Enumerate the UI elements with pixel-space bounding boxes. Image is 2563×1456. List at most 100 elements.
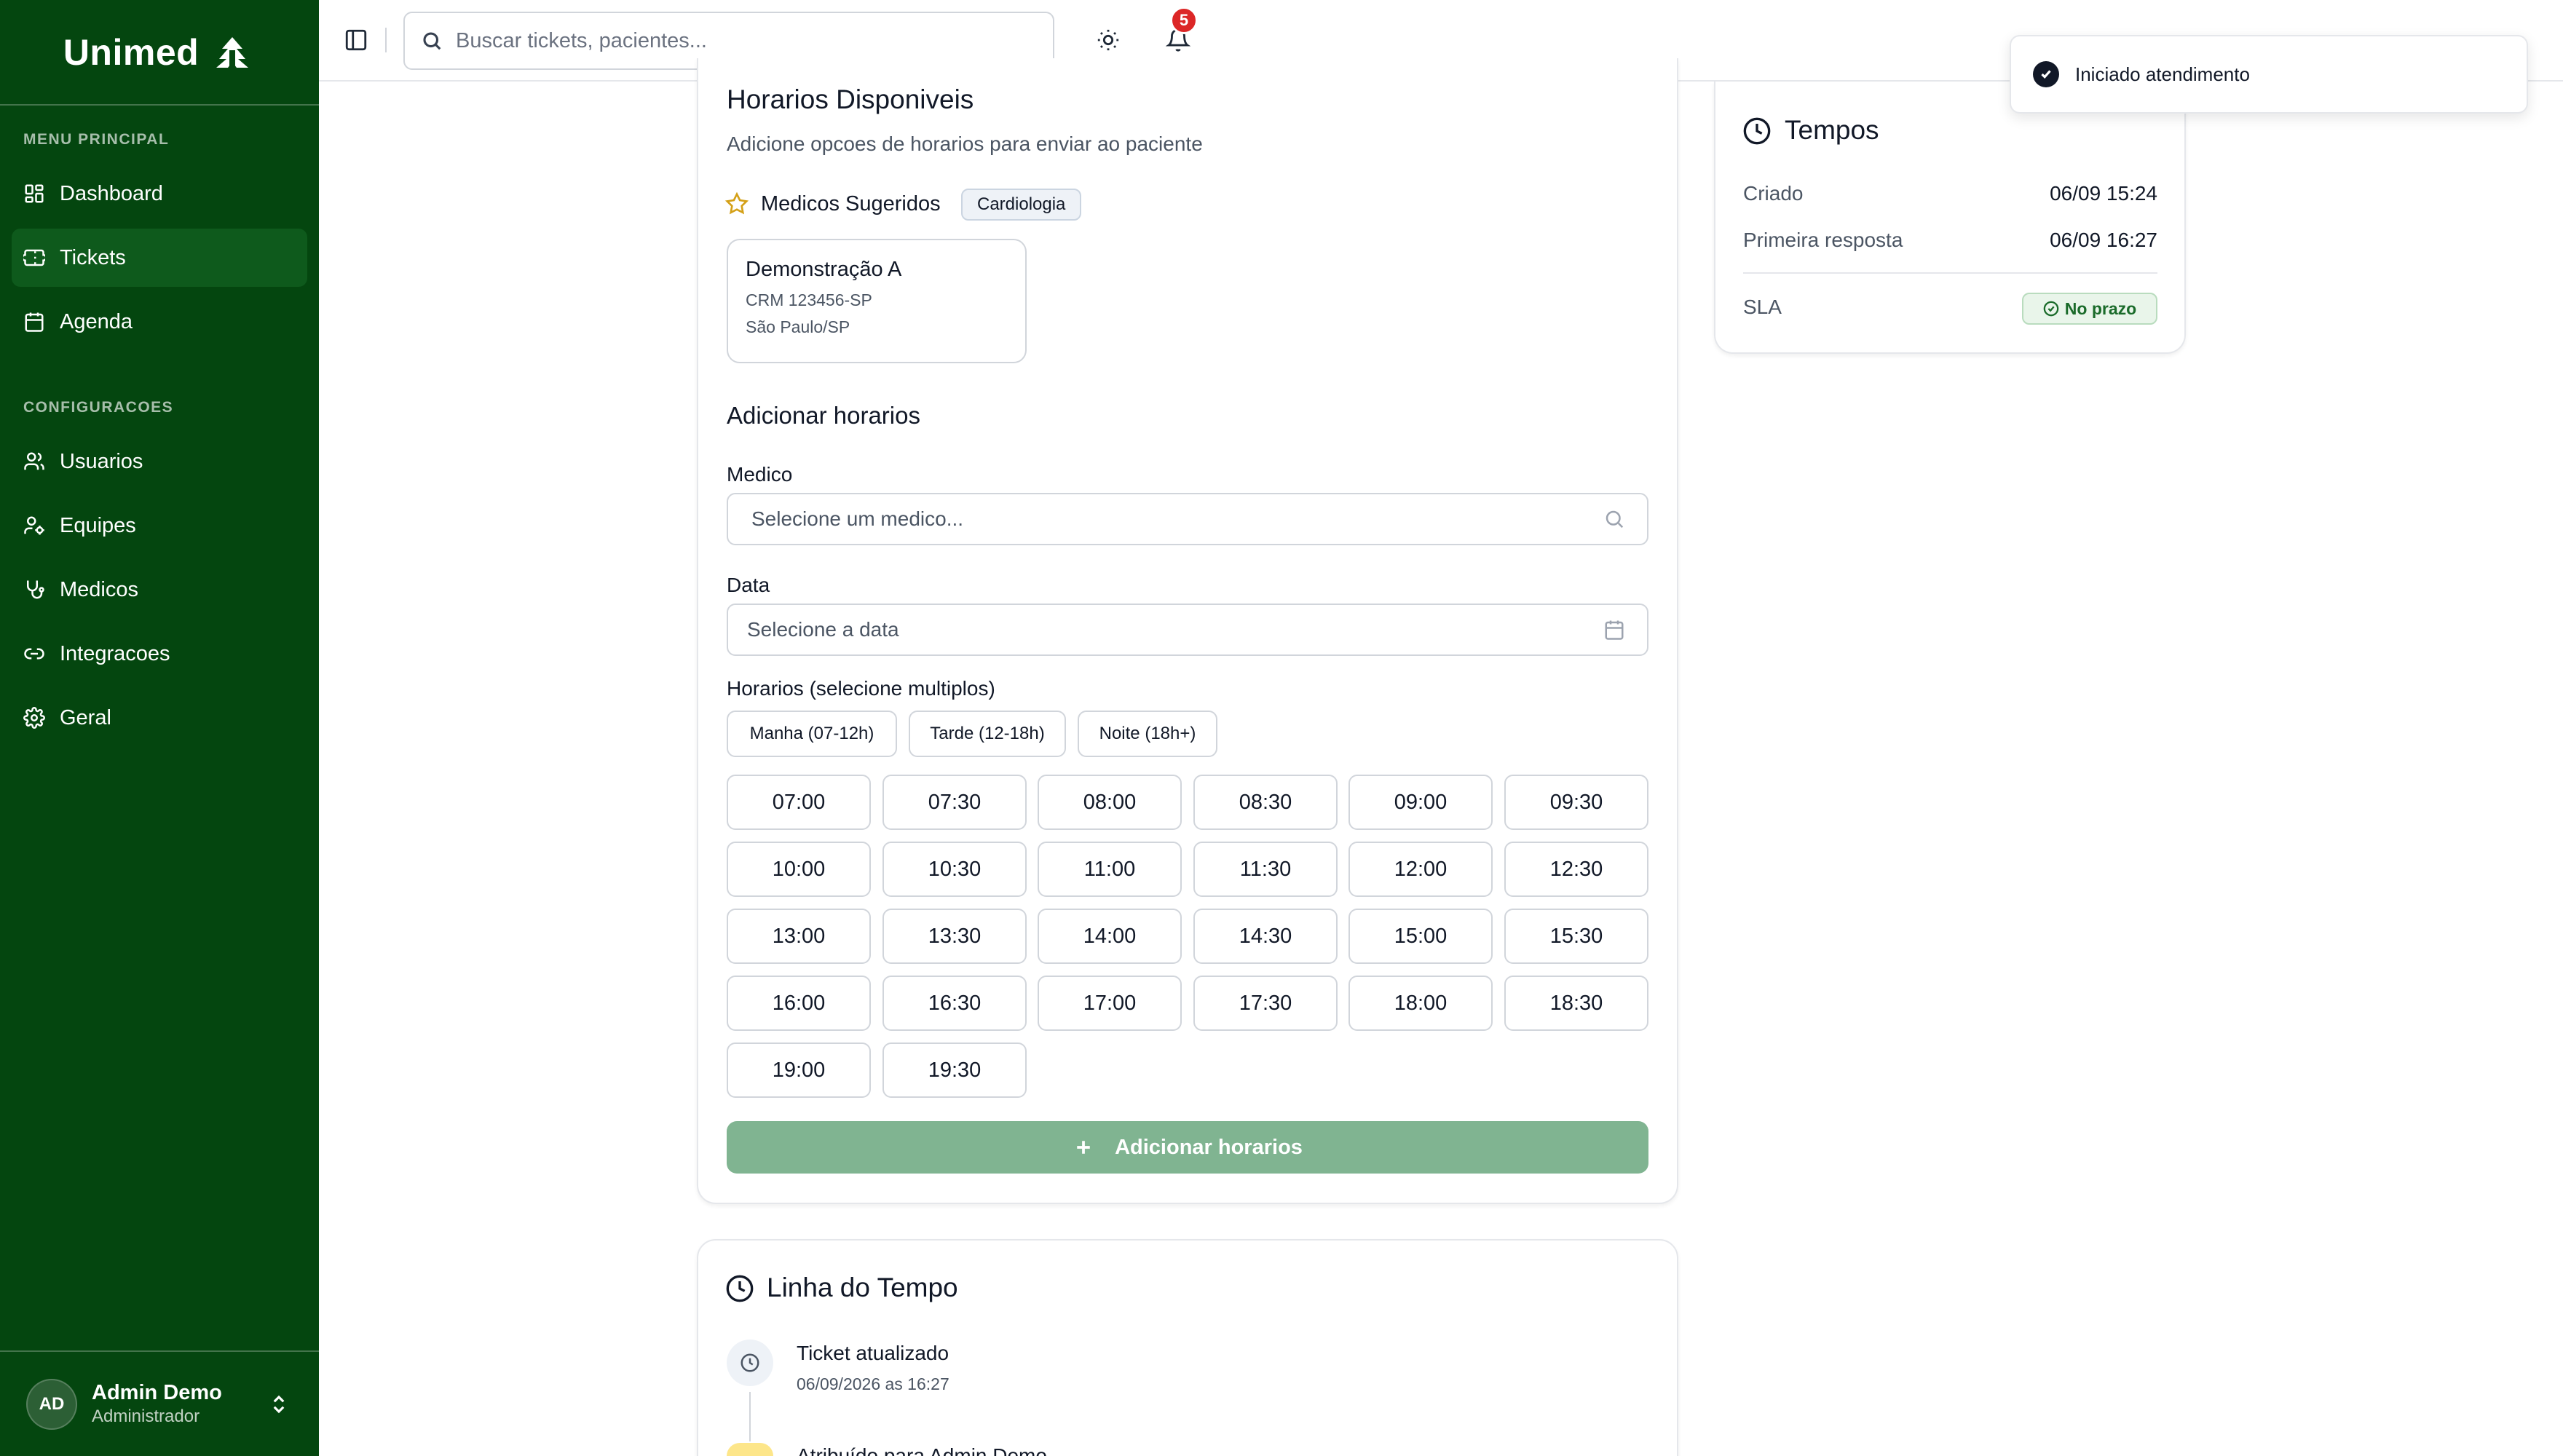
theme-toggle-icon[interactable] — [1096, 28, 1121, 52]
sidebar-item-label: Tickets — [60, 245, 126, 269]
time-slot-button[interactable]: 14:00 — [1038, 909, 1182, 964]
sidebar-item-geral[interactable]: Geral — [12, 689, 307, 747]
sidebar-item-integracoes[interactable]: Integracoes — [12, 625, 307, 683]
time-slot-button[interactable]: 14:30 — [1193, 909, 1338, 964]
check-circle-icon — [2043, 301, 2059, 317]
chevrons-up-down-icon — [268, 1393, 290, 1415]
gear-icon — [23, 707, 45, 729]
time-slot-button[interactable]: 16:30 — [882, 976, 1027, 1031]
date-placeholder: Selecione a data — [747, 618, 899, 641]
time-slot-button[interactable]: 12:00 — [1348, 842, 1493, 897]
user-name: Admin Demo — [92, 1381, 222, 1404]
sla-label: SLA — [1743, 296, 1782, 318]
toast-message: Iniciado atendimento — [2075, 63, 2250, 85]
user-menu[interactable]: AD Admin Demo Administrador — [0, 1350, 319, 1456]
time-slot-button[interactable]: 17:30 — [1193, 976, 1338, 1031]
slots-label: Horarios (selecione multiplos) — [727, 677, 995, 700]
time-slot-button[interactable]: 11:00 — [1038, 842, 1182, 897]
user-role: Administrador — [92, 1406, 200, 1426]
unimed-logo-icon — [216, 36, 249, 68]
check-circle-icon — [2033, 61, 2059, 87]
time-slot-button[interactable]: 10:30 — [882, 842, 1027, 897]
time-slot-button[interactable]: 19:00 — [727, 1042, 871, 1098]
timeline-event-title: Atribuído para Admin Demo — [797, 1446, 1047, 1456]
horarios-subtitle: Adicione opcoes de horarios para enviar … — [727, 132, 1203, 155]
team-icon — [23, 515, 45, 537]
calendar-icon — [1605, 620, 1624, 640]
sidebar-item-label: Geral — [60, 705, 111, 729]
time-slot-button[interactable]: 07:00 — [727, 775, 871, 830]
nav-section-main: MENU PRINCIPAL — [23, 131, 170, 148]
notification-badge: 5 — [1170, 7, 1198, 34]
period-morning-button[interactable]: Manha (07-12h) — [727, 711, 897, 757]
calendar-icon — [23, 311, 45, 333]
time-slot-button[interactable]: 10:00 — [727, 842, 871, 897]
suggested-doctors-label: Medicos Sugeridos — [761, 192, 941, 215]
brand-logo[interactable]: Unimed — [0, 0, 319, 106]
time-slot-button[interactable]: 18:00 — [1348, 976, 1493, 1031]
data-label: Data — [727, 574, 770, 596]
dashboard-icon — [23, 183, 45, 205]
sidebar-item-tickets[interactable]: Tickets — [12, 229, 307, 287]
timeline-event-icon — [727, 1443, 773, 1456]
date-picker[interactable]: Selecione a data — [727, 604, 1648, 656]
time-slot-button[interactable]: 12:30 — [1504, 842, 1648, 897]
time-slot-button[interactable]: 17:00 — [1038, 976, 1182, 1031]
sidebar-item-label: Medicos — [60, 577, 138, 601]
time-slot-button[interactable]: 19:30 — [882, 1042, 1027, 1098]
time-slot-button[interactable]: 18:30 — [1504, 976, 1648, 1031]
time-slot-button[interactable]: 08:30 — [1193, 775, 1338, 830]
timeline-connector — [749, 1392, 751, 1441]
period-afternoon-button[interactable]: Tarde (12-18h) — [909, 711, 1066, 757]
add-slots-button-label: Adicionar horarios — [1115, 1135, 1303, 1159]
brand-name: Unimed — [63, 31, 200, 73]
sidebar-item-label: Usuarios — [60, 449, 143, 473]
tempos-divider — [1743, 272, 2157, 274]
criado-label: Criado — [1743, 182, 1804, 205]
time-slot-button[interactable]: 08:00 — [1038, 775, 1182, 830]
sidebar-item-usuarios[interactable]: Usuarios — [12, 432, 307, 491]
tempos-title: Tempos — [1785, 115, 1879, 145]
timeline-event-title: Ticket atualizado — [797, 1342, 949, 1364]
criado-value: 06/09 15:24 — [2050, 182, 2157, 205]
add-slots-section-title: Adicionar horarios — [727, 402, 920, 429]
time-slot-button[interactable]: 13:00 — [727, 909, 871, 964]
time-slot-button[interactable]: 13:30 — [882, 909, 1027, 964]
sidebar-item-equipes[interactable]: Equipes — [12, 496, 307, 555]
search-icon — [423, 32, 441, 50]
search-input[interactable] — [456, 28, 1024, 53]
ticket-icon — [21, 247, 47, 269]
time-slot-button[interactable]: 16:00 — [727, 976, 871, 1031]
time-slot-button[interactable]: 11:30 — [1193, 842, 1338, 897]
medico-placeholder: Selecione um medico... — [751, 507, 964, 530]
time-slot-button[interactable]: 15:00 — [1348, 909, 1493, 964]
plus-icon — [1077, 1141, 1090, 1154]
user-info: Admin Demo Administrador — [92, 1381, 253, 1427]
period-night-button[interactable]: Noite (18h+) — [1078, 711, 1217, 757]
topbar-divider — [385, 28, 387, 52]
sla-status-text: No prazo — [2064, 298, 2137, 318]
timeline-title: Linha do Tempo — [767, 1273, 958, 1302]
add-slots-button[interactable]: Adicionar horarios — [727, 1121, 1648, 1174]
sidebar-toggle-icon[interactable] — [344, 28, 368, 52]
sidebar: Unimed MENU PRINCIPAL Dashboard Tickets … — [0, 0, 319, 1456]
time-slot-button[interactable]: 09:30 — [1504, 775, 1648, 830]
medico-select[interactable]: Selecione um medico... — [727, 493, 1648, 545]
time-slot-button[interactable]: 15:30 — [1504, 909, 1648, 964]
doctor-crm: CRM 123456-SP — [746, 290, 872, 309]
sidebar-item-label: Equipes — [60, 513, 136, 537]
sidebar-item-dashboard[interactable]: Dashboard — [12, 165, 307, 223]
sidebar-item-label: Integracoes — [60, 641, 170, 665]
clock-icon — [1743, 117, 1771, 145]
time-slot-button[interactable]: 09:00 — [1348, 775, 1493, 830]
clock-icon — [741, 1353, 759, 1372]
doctor-name: Demonstração A — [746, 258, 902, 281]
time-slot-button[interactable]: 07:30 — [882, 775, 1027, 830]
toast-notification: Iniciado atendimento — [2010, 35, 2528, 114]
clock-icon — [726, 1275, 754, 1302]
doctor-card[interactable]: Demonstração A CRM 123456-SP São Paulo/S… — [727, 239, 1027, 363]
sidebar-item-agenda[interactable]: Agenda — [12, 293, 307, 351]
search-icon — [1606, 510, 1624, 529]
doctor-location: São Paulo/SP — [746, 317, 850, 336]
sidebar-item-medicos[interactable]: Medicos — [12, 561, 307, 619]
